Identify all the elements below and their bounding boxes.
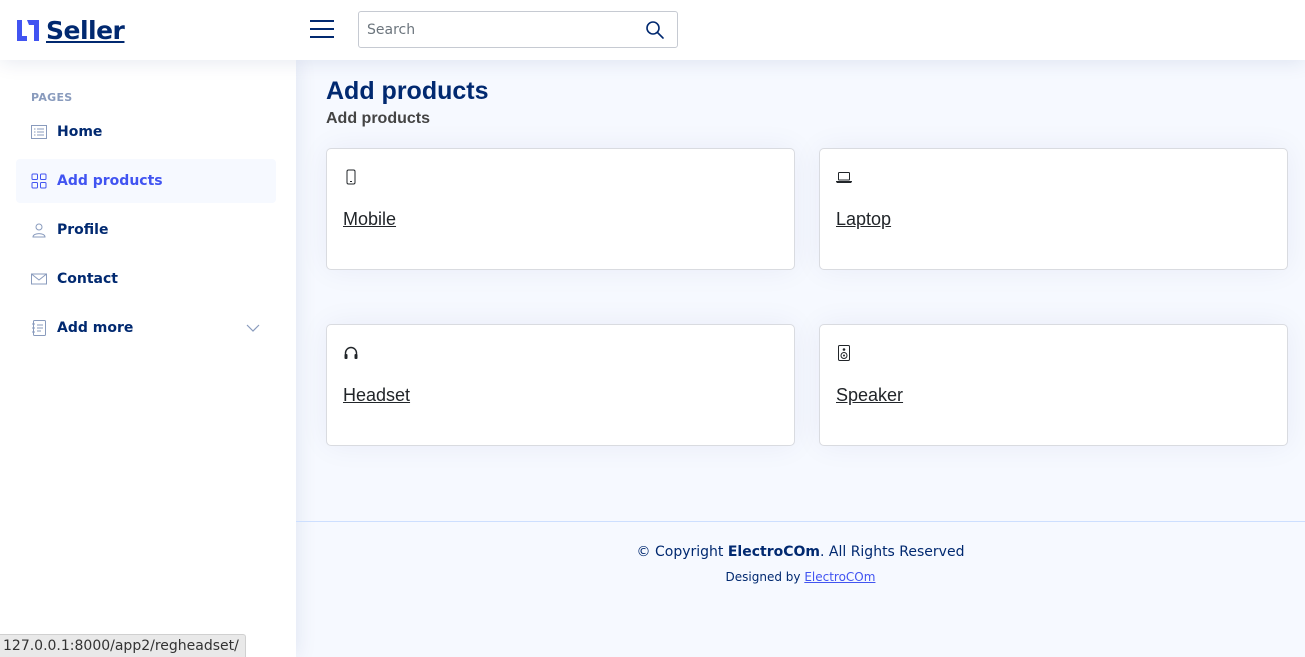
browser-status-url: 127.0.0.1:8000/app2/regheadset/ [0,634,246,657]
product-card-link[interactable]: Speaker [836,385,903,406]
hamburger-menu-icon[interactable] [310,18,334,40]
sidebar-item-contact[interactable]: Contact [16,257,276,301]
sidebar-item-label: Profile [57,222,109,238]
designer-link[interactable]: ElectroCOm [804,570,875,584]
nav-heading: PAGES [31,91,73,104]
product-card-link[interactable]: Mobile [343,209,396,230]
logo-text: Seller [46,15,125,45]
grid-icon [31,173,47,189]
sidebar: PAGES Home Add products Profile Contact … [0,60,296,657]
header: Seller [0,0,1305,60]
sidebar-item-label: Home [57,124,103,140]
copyright-brand: ElectroCOm [727,544,820,560]
product-card-link[interactable]: Laptop [836,209,891,230]
product-card-laptop[interactable]: Laptop [819,148,1288,270]
search-form [358,11,678,48]
envelope-icon [31,273,47,285]
laptop-icon [836,172,852,183]
page-title: Add products [326,77,489,105]
journal-icon [32,320,46,336]
headset-icon [344,346,358,359]
footer: © Copyright ElectroCOm. All Rights Reser… [296,521,1305,657]
main-content: Add products Add products Mobile Laptop … [296,60,1305,657]
search-icon[interactable] [645,20,665,40]
product-card-link[interactable]: Headset [343,385,410,406]
speaker-icon [838,345,850,361]
chevron-down-icon[interactable] [246,321,260,335]
sidebar-item-home[interactable]: Home [16,110,276,154]
sidebar-item-add-products[interactable]: Add products [16,159,276,203]
sidebar-item-label: Contact [57,271,118,287]
search-input[interactable] [359,12,639,47]
product-card-headset[interactable]: Headset [326,324,795,446]
credits-label: Designed by [725,570,805,584]
person-icon [32,223,46,238]
phone-icon [346,169,356,185]
sidebar-item-label: Add products [57,173,163,189]
grid-list-icon [31,125,47,139]
sidebar-item-label: Add more [57,320,134,336]
product-card-mobile[interactable]: Mobile [326,148,795,270]
product-card-speaker[interactable]: Speaker [819,324,1288,446]
logo-link[interactable]: Seller [15,14,125,46]
copyright-suffix: . All Rights Reserved [819,544,965,560]
logo-icon [17,20,39,41]
credits: Designed by ElectroCOm [296,570,1305,584]
sidebar-item-profile[interactable]: Profile [16,208,276,252]
sidebar-item-add-more[interactable]: Add more [16,306,276,350]
copyright-prefix: © Copyright [636,544,728,560]
page-subtitle: Add products [326,110,430,127]
copyright-text: © Copyright ElectroCOm. All Rights Reser… [296,544,1305,560]
